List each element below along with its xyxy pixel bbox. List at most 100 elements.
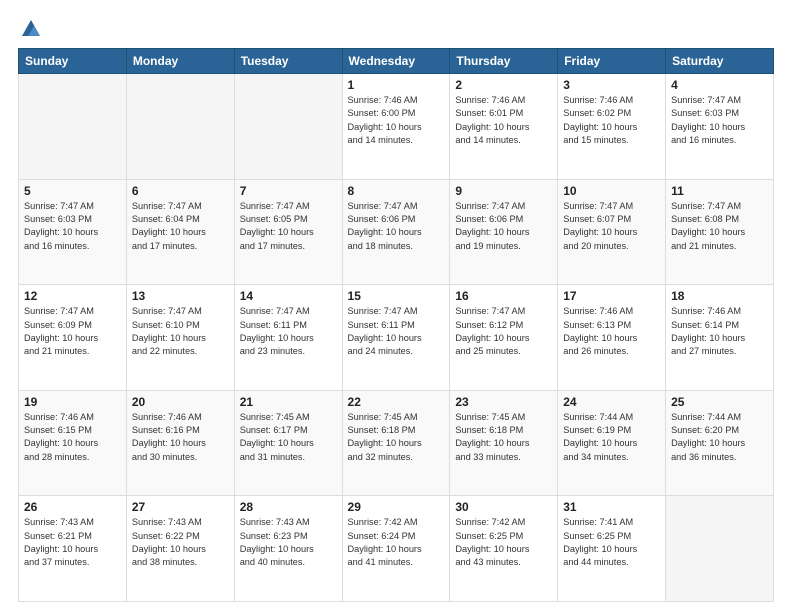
day-number: 3 — [563, 78, 660, 92]
day-number: 8 — [348, 184, 445, 198]
day-info: Sunrise: 7:47 AMSunset: 6:03 PMDaylight:… — [24, 200, 121, 253]
weekday-header-friday: Friday — [558, 49, 666, 74]
day-info: Sunrise: 7:43 AMSunset: 6:22 PMDaylight:… — [132, 516, 229, 569]
day-info: Sunrise: 7:47 AMSunset: 6:06 PMDaylight:… — [455, 200, 552, 253]
day-info: Sunrise: 7:46 AMSunset: 6:16 PMDaylight:… — [132, 411, 229, 464]
calendar-cell: 8 Sunrise: 7:47 AMSunset: 6:06 PMDaylight… — [342, 179, 450, 285]
weekday-header-row: SundayMondayTuesdayWednesdayThursdayFrid… — [19, 49, 774, 74]
calendar-cell: 27 Sunrise: 7:43 AMSunset: 6:22 PMDayligh… — [126, 496, 234, 602]
calendar-cell: 14 Sunrise: 7:47 AMSunset: 6:11 PMDayligh… — [234, 285, 342, 391]
day-info: Sunrise: 7:44 AMSunset: 6:19 PMDaylight:… — [563, 411, 660, 464]
day-info: Sunrise: 7:45 AMSunset: 6:18 PMDaylight:… — [348, 411, 445, 464]
day-number: 9 — [455, 184, 552, 198]
logo — [18, 18, 42, 40]
day-number: 5 — [24, 184, 121, 198]
calendar-cell: 18 Sunrise: 7:46 AMSunset: 6:14 PMDayligh… — [666, 285, 774, 391]
day-info: Sunrise: 7:46 AMSunset: 6:14 PMDaylight:… — [671, 305, 768, 358]
day-number: 1 — [348, 78, 445, 92]
day-info: Sunrise: 7:43 AMSunset: 6:23 PMDaylight:… — [240, 516, 337, 569]
calendar-cell: 21Sunrise: 7:45 AMSunset: 6:17 PMDayligh… — [234, 390, 342, 496]
calendar-cell: 7 Sunrise: 7:47 AMSunset: 6:05 PMDaylight… — [234, 179, 342, 285]
day-info: Sunrise: 7:43 AMSunset: 6:21 PMDaylight:… — [24, 516, 121, 569]
logo-icon — [20, 18, 42, 40]
day-number: 30 — [455, 500, 552, 514]
day-info: Sunrise: 7:46 AMSunset: 6:15 PMDaylight:… — [24, 411, 121, 464]
day-number: 31 — [563, 500, 660, 514]
calendar-cell: 22 Sunrise: 7:45 AMSunset: 6:18 PMDayligh… — [342, 390, 450, 496]
day-number: 14 — [240, 289, 337, 303]
day-number: 18 — [671, 289, 768, 303]
calendar-cell: 24 Sunrise: 7:44 AMSunset: 6:19 PMDayligh… — [558, 390, 666, 496]
day-info: Sunrise: 7:47 AMSunset: 6:08 PMDaylight:… — [671, 200, 768, 253]
day-number: 7 — [240, 184, 337, 198]
day-number: 24 — [563, 395, 660, 409]
calendar-cell: 15 Sunrise: 7:47 AMSunset: 6:11 PMDayligh… — [342, 285, 450, 391]
day-number: 22 — [348, 395, 445, 409]
header — [18, 18, 774, 40]
day-number: 15 — [348, 289, 445, 303]
calendar-cell: 25Sunrise: 7:44 AMSunset: 6:20 PMDayligh… — [666, 390, 774, 496]
day-number: 27 — [132, 500, 229, 514]
day-info: Sunrise: 7:46 AMSunset: 6:13 PMDaylight:… — [563, 305, 660, 358]
day-number: 11 — [671, 184, 768, 198]
calendar-cell: 26 Sunrise: 7:43 AMSunset: 6:21 PMDayligh… — [19, 496, 127, 602]
calendar-cell: 20 Sunrise: 7:46 AMSunset: 6:16 PMDayligh… — [126, 390, 234, 496]
calendar-cell: 13 Sunrise: 7:47 AMSunset: 6:10 PMDayligh… — [126, 285, 234, 391]
calendar-cell: 4Sunrise: 7:47 AMSunset: 6:03 PMDaylight… — [666, 74, 774, 180]
weekday-header-thursday: Thursday — [450, 49, 558, 74]
day-info: Sunrise: 7:47 AMSunset: 6:12 PMDaylight:… — [455, 305, 552, 358]
day-info: Sunrise: 7:47 AMSunset: 6:04 PMDaylight:… — [132, 200, 229, 253]
day-info: Sunrise: 7:47 AMSunset: 6:11 PMDaylight:… — [240, 305, 337, 358]
day-number: 10 — [563, 184, 660, 198]
day-info: Sunrise: 7:47 AMSunset: 6:05 PMDaylight:… — [240, 200, 337, 253]
day-number: 6 — [132, 184, 229, 198]
day-number: 19 — [24, 395, 121, 409]
calendar-cell: 31 Sunrise: 7:41 AMSunset: 6:25 PMDayligh… — [558, 496, 666, 602]
day-info: Sunrise: 7:47 AMSunset: 6:06 PMDaylight:… — [348, 200, 445, 253]
week-row-1: 1Sunrise: 7:46 AMSunset: 6:00 PMDaylight… — [19, 74, 774, 180]
weekday-header-sunday: Sunday — [19, 49, 127, 74]
calendar-cell — [234, 74, 342, 180]
weekday-header-tuesday: Tuesday — [234, 49, 342, 74]
calendar-cell: 11 Sunrise: 7:47 AMSunset: 6:08 PMDayligh… — [666, 179, 774, 285]
calendar-cell: 30Sunrise: 7:42 AMSunset: 6:25 PMDayligh… — [450, 496, 558, 602]
day-info: Sunrise: 7:47 AMSunset: 6:03 PMDaylight:… — [671, 94, 768, 147]
day-number: 29 — [348, 500, 445, 514]
calendar-cell: 5 Sunrise: 7:47 AMSunset: 6:03 PMDaylight… — [19, 179, 127, 285]
day-number: 20 — [132, 395, 229, 409]
calendar-cell: 19 Sunrise: 7:46 AMSunset: 6:15 PMDayligh… — [19, 390, 127, 496]
day-number: 16 — [455, 289, 552, 303]
calendar-cell: 16 Sunrise: 7:47 AMSunset: 6:12 PMDayligh… — [450, 285, 558, 391]
calendar-cell: 29 Sunrise: 7:42 AMSunset: 6:24 PMDayligh… — [342, 496, 450, 602]
day-number: 28 — [240, 500, 337, 514]
day-number: 17 — [563, 289, 660, 303]
calendar-cell: 23Sunrise: 7:45 AMSunset: 6:18 PMDayligh… — [450, 390, 558, 496]
day-number: 26 — [24, 500, 121, 514]
calendar-table: SundayMondayTuesdayWednesdayThursdayFrid… — [18, 48, 774, 602]
day-number: 13 — [132, 289, 229, 303]
week-row-4: 19 Sunrise: 7:46 AMSunset: 6:15 PMDayligh… — [19, 390, 774, 496]
day-number: 23 — [455, 395, 552, 409]
day-info: Sunrise: 7:44 AMSunset: 6:20 PMDaylight:… — [671, 411, 768, 464]
day-number: 21 — [240, 395, 337, 409]
page: SundayMondayTuesdayWednesdayThursdayFrid… — [0, 0, 792, 612]
weekday-header-wednesday: Wednesday — [342, 49, 450, 74]
day-info: Sunrise: 7:42 AMSunset: 6:24 PMDaylight:… — [348, 516, 445, 569]
calendar-cell — [126, 74, 234, 180]
day-info: Sunrise: 7:47 AMSunset: 6:07 PMDaylight:… — [563, 200, 660, 253]
calendar-cell: 2Sunrise: 7:46 AMSunset: 6:01 PMDaylight… — [450, 74, 558, 180]
calendar-cell: 3 Sunrise: 7:46 AMSunset: 6:02 PMDaylight… — [558, 74, 666, 180]
day-info: Sunrise: 7:47 AMSunset: 6:09 PMDaylight:… — [24, 305, 121, 358]
week-row-3: 12 Sunrise: 7:47 AMSunset: 6:09 PMDayligh… — [19, 285, 774, 391]
day-info: Sunrise: 7:46 AMSunset: 6:02 PMDaylight:… — [563, 94, 660, 147]
calendar-cell: 6 Sunrise: 7:47 AMSunset: 6:04 PMDaylight… — [126, 179, 234, 285]
day-info: Sunrise: 7:46 AMSunset: 6:01 PMDaylight:… — [455, 94, 552, 147]
calendar-cell — [19, 74, 127, 180]
calendar-cell: 28 Sunrise: 7:43 AMSunset: 6:23 PMDayligh… — [234, 496, 342, 602]
day-info: Sunrise: 7:47 AMSunset: 6:11 PMDaylight:… — [348, 305, 445, 358]
day-info: Sunrise: 7:47 AMSunset: 6:10 PMDaylight:… — [132, 305, 229, 358]
day-info: Sunrise: 7:41 AMSunset: 6:25 PMDaylight:… — [563, 516, 660, 569]
week-row-5: 26 Sunrise: 7:43 AMSunset: 6:21 PMDayligh… — [19, 496, 774, 602]
calendar-cell: 1Sunrise: 7:46 AMSunset: 6:00 PMDaylight… — [342, 74, 450, 180]
day-number: 12 — [24, 289, 121, 303]
